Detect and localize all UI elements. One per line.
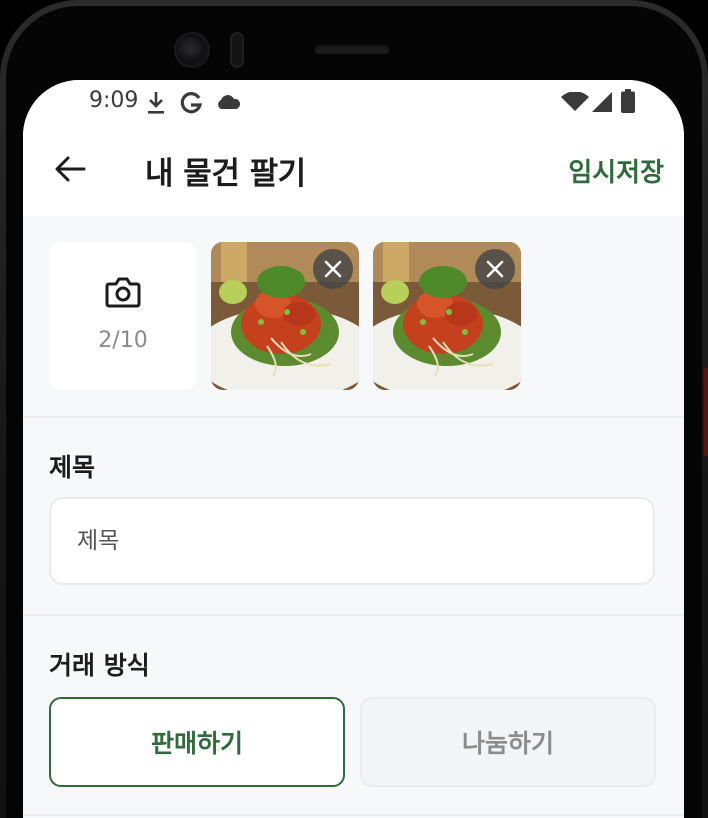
sensor-icon bbox=[230, 32, 244, 68]
section-divider bbox=[23, 614, 684, 616]
title-label: 제목 bbox=[49, 453, 96, 482]
status-time: 9:09 bbox=[89, 88, 139, 113]
battery-icon bbox=[621, 89, 635, 113]
remove-photo-button[interactable] bbox=[475, 249, 515, 289]
download-icon bbox=[148, 92, 164, 114]
earpiece-speaker bbox=[314, 44, 390, 54]
photo-count: 2/10 bbox=[98, 328, 148, 353]
share-option-button[interactable]: 나눔하기 bbox=[360, 697, 656, 787]
phone-frame: 9:09 내 물건 팔기 임시저장 2/10 제목 제목 거래 방식 판매하기 … bbox=[0, 0, 708, 818]
photo-thumbnail[interactable] bbox=[211, 242, 359, 390]
google-icon bbox=[180, 92, 203, 114]
wifi-icon bbox=[561, 92, 589, 111]
back-button[interactable] bbox=[47, 146, 93, 192]
sell-option-button[interactable]: 판매하기 bbox=[49, 697, 345, 787]
app-screen: 9:09 내 물건 팔기 임시저장 2/10 제목 제목 거래 방식 판매하기 … bbox=[23, 80, 684, 818]
title-input[interactable] bbox=[49, 497, 655, 585]
photo-thumbnail[interactable] bbox=[373, 242, 521, 390]
cloud-icon bbox=[218, 95, 241, 109]
photo-section: 2/10 bbox=[23, 216, 684, 418]
front-camera-icon bbox=[176, 34, 208, 66]
side-button bbox=[704, 368, 708, 456]
remove-photo-button[interactable] bbox=[313, 249, 353, 289]
add-photo-button[interactable]: 2/10 bbox=[49, 242, 197, 390]
arrow-left-icon bbox=[55, 156, 86, 182]
app-bar: 내 물건 팔기 임시저장 bbox=[23, 130, 684, 216]
close-icon bbox=[324, 260, 342, 278]
status-bar: 9:09 bbox=[23, 80, 684, 130]
page-title: 내 물건 팔기 bbox=[145, 156, 306, 192]
section-divider bbox=[23, 814, 684, 816]
temp-save-button[interactable]: 임시저장 bbox=[568, 152, 664, 189]
signal-icon bbox=[592, 92, 612, 112]
close-icon bbox=[486, 260, 504, 278]
trade-type-label: 거래 방식 bbox=[49, 651, 150, 680]
camera-icon bbox=[105, 277, 141, 308]
